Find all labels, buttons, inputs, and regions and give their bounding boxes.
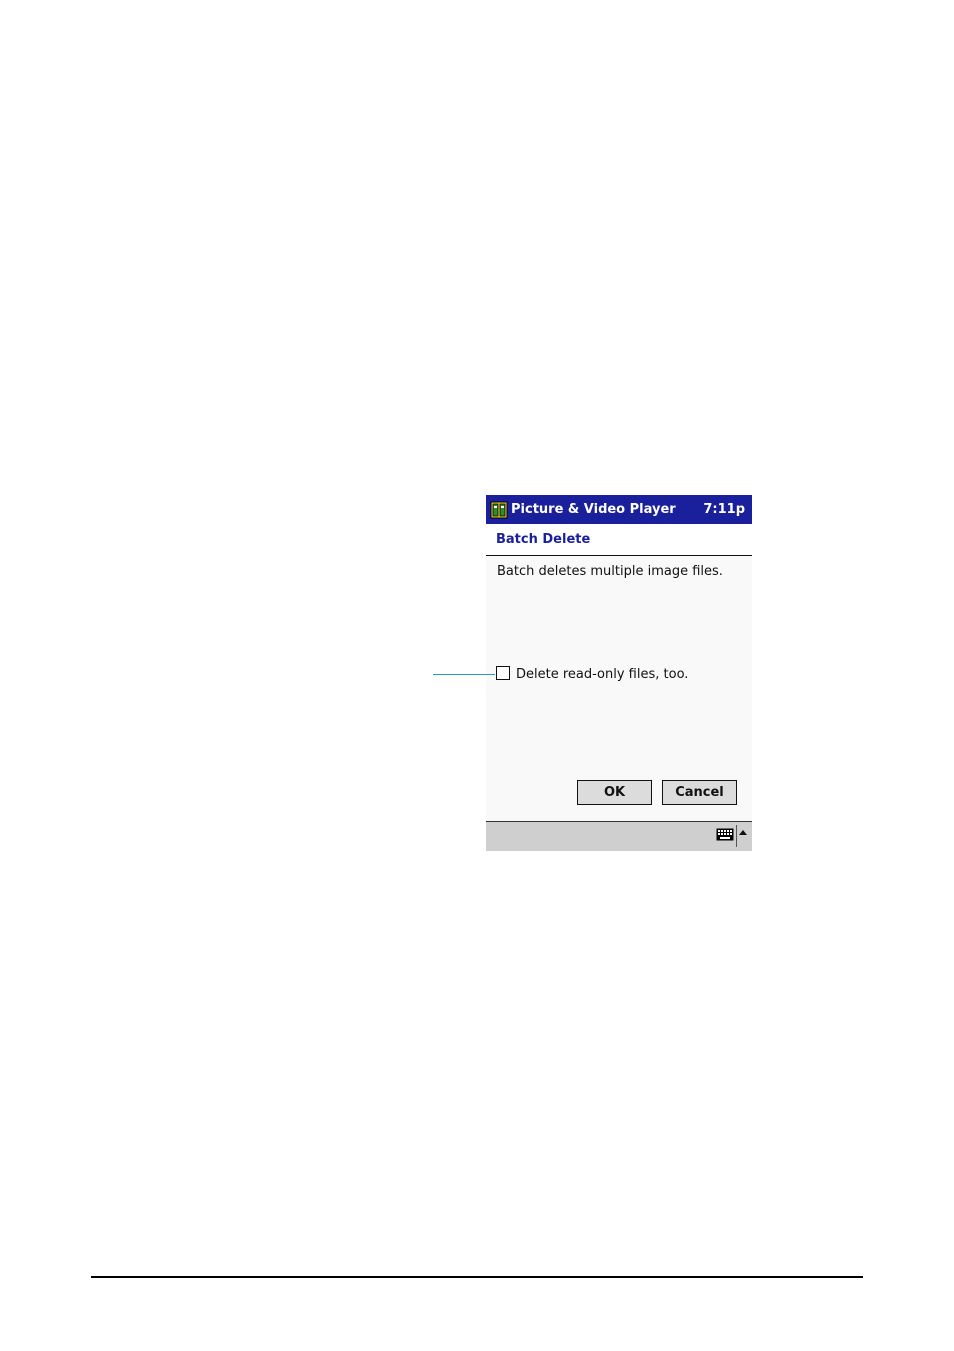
- dialog-header: Batch Delete: [486, 524, 752, 556]
- delete-readonly-label[interactable]: Delete read-only files, too.: [516, 667, 688, 682]
- dialog-title: Batch Delete: [496, 532, 591, 547]
- delete-readonly-checkbox[interactable]: [496, 666, 510, 680]
- bottom-bar-separator: [736, 825, 737, 847]
- dialog-description: Batch deletes multiple image files.: [497, 564, 723, 579]
- ok-button[interactable]: OK: [577, 780, 652, 805]
- title-bar: Picture & Video Player 7:11p: [486, 495, 752, 524]
- clock[interactable]: 7:11p: [703, 502, 745, 517]
- keyboard-icon[interactable]: [716, 828, 734, 841]
- bottom-bar: [486, 821, 752, 851]
- up-arrow-icon[interactable]: [739, 830, 747, 835]
- cancel-button[interactable]: Cancel: [662, 780, 737, 805]
- footer-rule: [91, 1276, 863, 1278]
- app-title: Picture & Video Player: [511, 502, 676, 517]
- app-icon[interactable]: [490, 501, 508, 519]
- callout-line: [433, 674, 495, 675]
- device-screen: Picture & Video Player 7:11p Batch Delet…: [486, 495, 752, 851]
